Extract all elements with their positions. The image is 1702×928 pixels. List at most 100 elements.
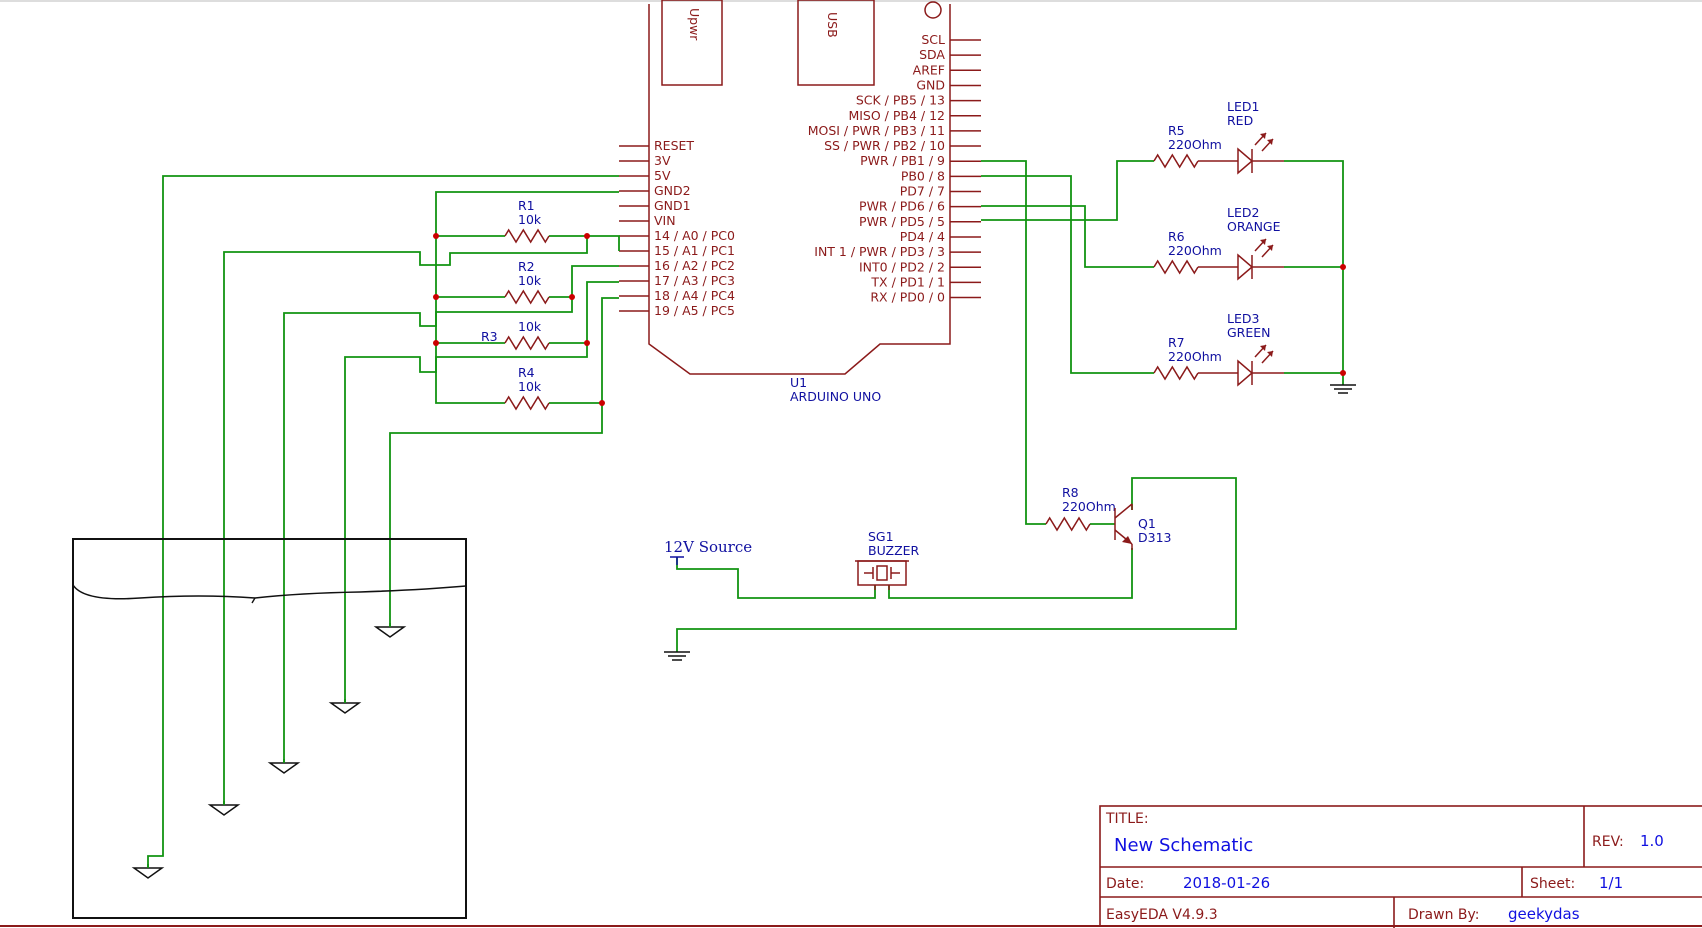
r1-ref: R1 <box>518 198 535 213</box>
right-pin: PB0 / 8 <box>901 168 981 183</box>
right-pin: SCL <box>921 32 981 47</box>
arduino-name: ARDUINO UNO <box>790 389 881 404</box>
junction-dot <box>433 340 439 346</box>
wire-12v-buzzer <box>676 557 876 599</box>
junction-dot <box>584 233 590 239</box>
pin-label: INT 1 / PWR / PD3 / 3 <box>814 244 945 259</box>
pin-label: PWR / PD5 / 5 <box>859 214 945 229</box>
earth-ground-2 <box>664 651 690 661</box>
sheet-label: Sheet: <box>1530 876 1575 892</box>
pin-label: 3V <box>654 153 671 168</box>
r6-value: 220Ohm <box>1168 243 1222 258</box>
upwr-label: Upwr <box>687 8 702 41</box>
usb-label: USB <box>825 12 840 38</box>
led1-ref: LED1 <box>1227 99 1259 114</box>
title-label: TITLE: <box>1105 811 1149 827</box>
q1-ref: Q1 <box>1138 516 1156 531</box>
junction-dot <box>569 294 575 300</box>
resistor-labels: R1 10k R2 10k 10k R3 R4 10k R5 220Ohm R6… <box>481 123 1222 514</box>
q1-collector-leg <box>1114 503 1133 519</box>
right-pin: AREF <box>913 62 981 77</box>
r3-ref: R3 <box>481 329 498 344</box>
junction-dot <box>433 233 439 239</box>
resistor-1 <box>504 228 550 244</box>
left-pin: 5V <box>619 168 671 183</box>
led2-color: ORANGE <box>1227 219 1281 234</box>
right-pin: PD7 / 7 <box>900 184 981 199</box>
resistor-5 <box>1153 153 1199 169</box>
pin-label: GND2 <box>654 183 691 198</box>
left-pin-group: RESET3V5VGND2GND1VIN14 / A0 / PC015 / A1… <box>619 138 735 318</box>
pin-label: PD7 / 7 <box>900 184 945 199</box>
title-block: TITLE: New Schematic REV: 1.0 Date: 2018… <box>1099 805 1702 928</box>
wire-pd6-r5 <box>981 160 1154 221</box>
pin-label: SCL <box>921 32 945 47</box>
q1-value: D313 <box>1138 530 1171 545</box>
drawn-by-value: geekydas <box>1508 905 1580 923</box>
buzzer-sg1: SG1 BUZZER <box>855 529 920 590</box>
pin-label: PWR / PB1 / 9 <box>860 153 945 168</box>
rev-label: REV: <box>1592 834 1624 850</box>
pin-label: 14 / A0 / PC0 <box>654 228 735 243</box>
wire-5v-probe <box>147 175 619 868</box>
r7-ref: R7 <box>1168 335 1185 350</box>
pin-label: 16 / A2 / PC2 <box>654 258 735 273</box>
led2-ref: LED2 <box>1227 205 1259 220</box>
left-pin: VIN <box>619 213 676 228</box>
resistor-4 <box>504 395 550 411</box>
wire-r4-a3 <box>549 297 619 404</box>
resistor-6 <box>1153 259 1199 275</box>
right-pin: MISO / PB4 / 12 <box>848 108 981 123</box>
r4-ref: R4 <box>518 365 535 380</box>
date-value: 2018-01-26 <box>1183 874 1270 892</box>
pin-label: SDA <box>919 47 945 62</box>
left-pin: 16 / A2 / PC2 <box>619 258 735 273</box>
earth-ground-1 <box>1330 384 1356 394</box>
right-pin: INT0 / PD2 / 2 <box>859 259 981 274</box>
left-pin: 17 / A3 / PC3 <box>619 273 735 288</box>
probe-ground-3 <box>267 762 301 774</box>
right-pin: INT 1 / PWR / PD3 / 3 <box>814 244 981 259</box>
right-pin: PWR / PD5 / 5 <box>859 214 981 229</box>
left-pin: GND1 <box>619 198 691 213</box>
junction-dot <box>433 294 439 300</box>
water-tank <box>72 538 467 919</box>
sheet-value: 1/1 <box>1599 874 1623 892</box>
wire-r4-probe <box>389 403 603 627</box>
pin-label: SS / PWR / PB2 / 10 <box>824 138 945 153</box>
left-pin: 14 / A0 / PC0 <box>619 228 735 243</box>
drawn-by-label: Drawn By: <box>1408 907 1479 923</box>
resistor-3 <box>504 335 550 351</box>
water-level-line <box>72 584 467 600</box>
r4-value: 10k <box>518 379 542 394</box>
buzzer-value: BUZZER <box>868 543 920 558</box>
wire-pd7-r6 <box>981 205 1154 268</box>
pin-label: 15 / A1 / PC1 <box>654 243 735 258</box>
probe-ground-5 <box>373 626 407 638</box>
led-triangle <box>1237 359 1254 387</box>
left-pin: 19 / A5 / PC5 <box>619 303 735 318</box>
r6-ref: R6 <box>1168 229 1185 244</box>
source-12v: 12V Source <box>664 538 752 565</box>
r8-ref: R8 <box>1062 485 1079 500</box>
pin-label: AREF <box>913 62 945 77</box>
schematic-title: New Schematic <box>1114 835 1253 856</box>
led3-ref: LED3 <box>1227 311 1259 326</box>
probe-ground-4 <box>328 702 362 714</box>
led3-color: GREEN <box>1227 325 1271 340</box>
right-pin: PD4 / 4 <box>900 229 981 244</box>
mounting-hole <box>924 1 942 19</box>
probe-ground-2 <box>207 804 241 816</box>
r2-ref: R2 <box>518 259 535 274</box>
pin-label: GND1 <box>654 198 691 213</box>
right-pin: SS / PWR / PB2 / 10 <box>824 138 981 153</box>
led1-color: RED <box>1227 113 1253 128</box>
transistor-q1: Q1 D313 <box>1114 503 1171 550</box>
pin-label: PWR / PD6 / 6 <box>859 199 945 214</box>
pin-label: GND <box>916 77 945 92</box>
arduino-ref: U1 <box>790 375 807 390</box>
wire-pb1-r8 <box>981 160 1046 525</box>
junction-dot <box>1340 370 1346 376</box>
wire-r1-a0 <box>587 235 620 251</box>
pin-label: VIN <box>654 213 676 228</box>
